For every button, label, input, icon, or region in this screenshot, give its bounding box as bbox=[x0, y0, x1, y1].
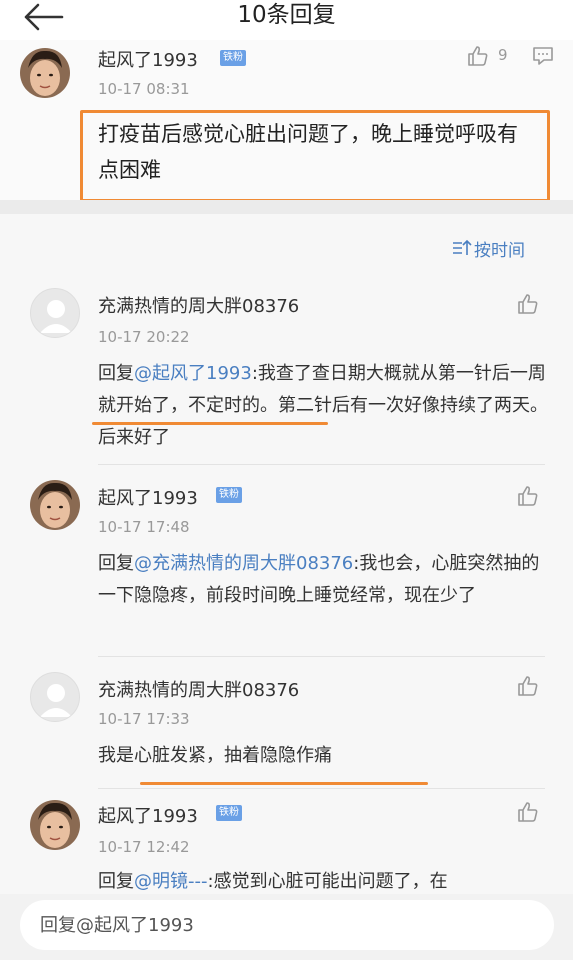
sort-label: 按时间 bbox=[474, 240, 525, 261]
mention-link[interactable]: @明镜--- bbox=[134, 871, 208, 892]
list-item: 充满热情的周大胖08376 10-17 20:22 回复@起风了1993:我查了… bbox=[0, 288, 573, 465]
reply-list: 按时间 充满热情的周大胖08376 10-17 20:22 回复@起风了1993… bbox=[0, 214, 573, 894]
mention-link[interactable]: @起风了1993 bbox=[134, 363, 252, 384]
post-time: 10-17 08:31 bbox=[98, 80, 190, 98]
avatar[interactable] bbox=[30, 480, 80, 530]
thumbs-up-icon[interactable] bbox=[516, 484, 540, 508]
highlight-box bbox=[80, 110, 550, 202]
thumbs-up-icon[interactable] bbox=[516, 800, 540, 824]
avatar[interactable] bbox=[20, 48, 70, 98]
reply-bar bbox=[0, 894, 573, 960]
sort-toggle[interactable]: 按时间 bbox=[452, 236, 525, 261]
reply-prefix: 回复 bbox=[98, 871, 134, 892]
username[interactable]: 起风了1993 bbox=[98, 484, 198, 510]
list-item: 起风了1993 铁粉 10-17 17:48 回复@充满热情的周大胖08376:… bbox=[0, 480, 573, 657]
divider bbox=[98, 656, 545, 657]
username[interactable]: 起风了1993 bbox=[98, 46, 198, 72]
avatar-portrait-icon bbox=[30, 800, 80, 850]
like-count: 9 bbox=[498, 46, 508, 64]
reply-content: 回复@明镜---:感觉到心脏可能出问题了，在 bbox=[98, 866, 548, 894]
mention-link[interactable]: @充满热情的周大胖08376 bbox=[134, 553, 353, 574]
fan-badge: 铁粉 bbox=[216, 487, 242, 503]
highlight-underline bbox=[140, 782, 428, 785]
reply-content: 回复@充满热情的周大胖08376:我也会，心脏突然抽的一下隐隐疼，前段时间晚上睡… bbox=[98, 548, 548, 612]
reply-time: 10-17 17:48 bbox=[98, 518, 190, 536]
username[interactable]: 起风了1993 bbox=[98, 802, 198, 828]
default-avatar-icon bbox=[40, 684, 72, 717]
reply-prefix: 回复 bbox=[98, 553, 134, 574]
avatar-portrait-icon bbox=[20, 48, 70, 98]
reply-content: 回复@起风了1993:我查了查日期大概就从第一针后一周就开始了，不定时的。第二针… bbox=[98, 358, 548, 454]
divider bbox=[98, 464, 545, 465]
reply-content: 我是心脏发紧，抽着隐隐作痛 bbox=[98, 745, 332, 766]
reply-prefix: 回复 bbox=[98, 363, 134, 384]
reply-time: 10-17 17:33 bbox=[98, 710, 190, 728]
comment-icon[interactable] bbox=[532, 46, 554, 66]
divider bbox=[98, 788, 545, 789]
reply-time: 10-17 12:42 bbox=[98, 838, 190, 856]
fan-badge: 铁粉 bbox=[216, 805, 242, 821]
reply-input[interactable] bbox=[20, 900, 554, 950]
thumbs-up-icon[interactable] bbox=[516, 674, 540, 698]
avatar[interactable] bbox=[30, 672, 80, 722]
top-bar: 10条回复 bbox=[0, 0, 573, 40]
reply-time: 10-17 20:22 bbox=[98, 328, 190, 346]
avatar[interactable] bbox=[30, 288, 80, 338]
list-item: 起风了1993 铁粉 10-17 12:42 回复@明镜---:感觉到心脏可能出… bbox=[0, 800, 573, 894]
thumbs-up-icon[interactable] bbox=[466, 44, 490, 68]
avatar-portrait-icon bbox=[30, 480, 80, 530]
fan-badge: 铁粉 bbox=[220, 50, 246, 66]
default-avatar-icon bbox=[40, 300, 72, 333]
thumbs-up-icon[interactable] bbox=[516, 292, 540, 316]
list-item: 充满热情的周大胖08376 10-17 17:33 我是心脏发紧，抽着隐隐作痛 bbox=[0, 672, 573, 789]
highlight-underline bbox=[92, 422, 328, 425]
page-title: 10条回复 bbox=[237, 2, 336, 28]
sort-icon bbox=[453, 239, 472, 255]
main-post: 起风了1993 铁粉 10-17 08:31 9 打疫苗后感觉心脏出问题了，晚上… bbox=[0, 40, 573, 202]
reply-body: :感觉到心脏可能出问题了，在 bbox=[207, 871, 448, 892]
username[interactable]: 充满热情的周大胖08376 bbox=[98, 292, 299, 318]
username[interactable]: 充满热情的周大胖08376 bbox=[98, 676, 299, 702]
avatar[interactable] bbox=[30, 800, 80, 850]
section-separator bbox=[0, 200, 573, 214]
